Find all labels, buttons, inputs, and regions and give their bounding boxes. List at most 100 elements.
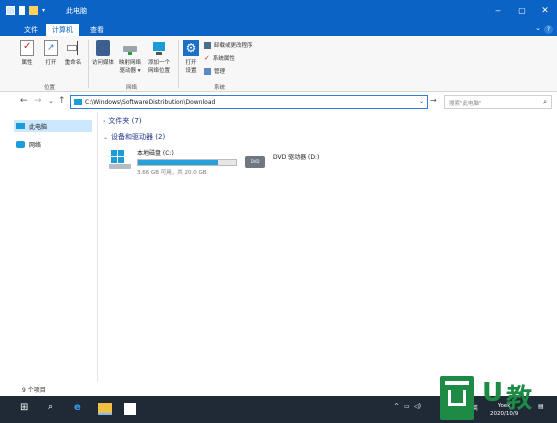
check-icon: ✓ [20, 40, 34, 56]
search-icon[interactable]: ⌕ [48, 402, 53, 412]
search-input[interactable]: 搜索"此电脑" [449, 99, 482, 107]
tray-expand-icon[interactable]: ^ [394, 403, 399, 410]
tab-view[interactable]: 查看 [84, 24, 110, 36]
section-folders-label: 文件夹 (7) [108, 117, 142, 125]
recent-locations-button[interactable]: ⌄ [48, 97, 54, 105]
access-media-button[interactable]: 访问媒体 [90, 40, 116, 66]
properties-label: 属性 [21, 60, 33, 66]
search-icon[interactable]: ⌕ [543, 98, 547, 107]
add-network-location-button[interactable]: 添加一个 网络位置 [144, 40, 174, 74]
ribbon-expand-icon[interactable]: ⌄ [535, 24, 541, 32]
windows-drive-icon [109, 148, 131, 170]
search-box[interactable]: 搜索"此电脑" ⌕ [444, 95, 552, 109]
address-input[interactable]: C:\Windows\SoftwareDistribution\Download [85, 99, 215, 106]
properties-button[interactable]: ✓ 属性 [16, 40, 38, 66]
sidebar-item-label: 此电脑 [29, 123, 48, 131]
system-properties-label: 系统属性 [212, 56, 235, 62]
drive-d-name: DVD 驱动器 (D:) [273, 154, 320, 161]
open-icon: ↗ [44, 40, 58, 56]
ribbon-separator [178, 40, 179, 88]
dropdown-qa-icon[interactable]: ▾ [42, 6, 47, 15]
media-icon [96, 40, 110, 56]
chevron-down-icon: ⌄ [103, 133, 109, 141]
minimize-button[interactable]: ‒ [488, 4, 508, 18]
sidebar-item-network[interactable]: 网络 [14, 138, 92, 150]
ribbon-tabs: 文件 计算机 查看 ⌄ ? [0, 22, 557, 36]
volume-icon[interactable]: ◁) [414, 403, 421, 410]
sidebar-item-label: 网络 [29, 141, 42, 149]
computer-icon [6, 6, 15, 15]
address-bar[interactable]: C:\Windows\SoftwareDistribution\Download… [70, 95, 428, 109]
rename-icon [66, 40, 80, 56]
tab-computer[interactable]: 计算机 [46, 24, 79, 36]
system-properties-button[interactable]: ✓ 系统属性 [204, 54, 235, 62]
drive-c-usage-bar [137, 159, 237, 166]
content-pane: › 文件夹 (7) ⌄ 设备和驱动器 (2) 本地磁盘 (C:) 3.66 GB… [99, 112, 557, 382]
tab-file[interactable]: 文件 [18, 24, 44, 36]
watermark-cn-text: 教 [506, 384, 533, 414]
drive-c-name: 本地磁盘 (C:) [137, 150, 174, 157]
properties-qa-icon[interactable] [19, 6, 25, 15]
section-folders[interactable]: › 文件夹 (7) [103, 116, 142, 126]
access-media-label: 访问媒体 [91, 60, 114, 66]
forward-button[interactable]: → [34, 96, 42, 106]
site-watermark-logo: U 教 [436, 374, 557, 423]
drive-c-free-space: 3.66 GB 可用，共 20.0 GB [137, 170, 207, 176]
back-button[interactable]: ← [20, 96, 28, 106]
up-button[interactable]: ↑ [58, 96, 66, 106]
open-label: 打开 [45, 60, 57, 66]
watermark-u-text: U [482, 378, 504, 408]
uninstall-programs-label: 卸载或更改程序 [214, 43, 253, 49]
rename-button[interactable]: 重命名 [62, 40, 84, 66]
uninstall-programs-button[interactable]: 卸载或更改程序 [204, 41, 253, 49]
map-network-drive-button[interactable]: 映射网络 驱动器 ▾ [116, 40, 144, 74]
help-icon[interactable]: ? [544, 25, 553, 34]
address-dropdown-icon[interactable]: ⌄ [419, 98, 424, 105]
watermark-shield-icon [440, 376, 474, 420]
maximize-button[interactable]: ▢ [512, 4, 532, 18]
navigation-pane: 此电脑 网络 [0, 112, 98, 382]
programs-icon [204, 41, 211, 49]
navigation-bar: ← → ⌄ ↑ C:\Windows\SoftwareDistribution\… [0, 94, 557, 110]
dvd-drive-icon: DVD [245, 152, 267, 168]
drive-c-usage-fill [138, 160, 219, 165]
group-label-network: 网络 [126, 85, 138, 91]
title-bar: ▾ 此电脑 ‒ ▢ ✕ [0, 0, 557, 22]
network-drive-icon [122, 40, 138, 56]
window-title: 此电脑 [66, 7, 87, 15]
folder-qa-icon[interactable] [29, 6, 38, 15]
drive-c[interactable]: 本地磁盘 (C:) 3.66 GB 可用，共 20.0 GB [109, 148, 237, 176]
group-label-system: 系统 [214, 85, 226, 91]
manage-label: 管理 [214, 69, 226, 75]
computer-icon [74, 99, 82, 105]
start-button[interactable]: ⊞ [20, 402, 28, 413]
sidebar-item-this-pc[interactable]: 此电脑 [14, 120, 92, 132]
map-network-drive-label: 映射网络 驱动器 ▾ [118, 60, 141, 74]
go-button[interactable]: → [430, 96, 437, 105]
manage-icon [204, 67, 211, 75]
network-tray-icon[interactable]: ▭ [404, 403, 410, 410]
group-label-location: 位置 [44, 85, 56, 91]
settings-gear-icon: ⚙ [183, 40, 199, 56]
file-explorer-icon[interactable] [98, 403, 112, 415]
quick-access-toolbar: ▾ [6, 6, 47, 15]
chevron-right-icon: › [103, 117, 106, 125]
close-button[interactable]: ✕ [535, 4, 555, 18]
rename-label: 重命名 [64, 60, 82, 66]
open-button[interactable]: ↗ 打开 [40, 40, 62, 66]
ribbon-separator [88, 40, 89, 88]
check-icon: ✓ [204, 54, 210, 62]
manage-button[interactable]: 管理 [204, 67, 225, 75]
edge-icon[interactable]: e [74, 402, 81, 413]
item-count: 9 个项目 [22, 387, 46, 394]
open-settings-button[interactable]: ⚙ 打开 设置 [180, 40, 202, 74]
section-drives-label: 设备和驱动器 (2) [111, 133, 166, 141]
ribbon: ✓ 属性 ↗ 打开 重命名 位置 访问媒体 映射网络 驱动器 ▾ 添加一个 网络… [0, 36, 557, 92]
computer-icon [16, 123, 25, 129]
network-location-icon [152, 40, 166, 56]
drive-d[interactable]: DVD DVD 驱动器 (D:) [245, 152, 319, 168]
network-icon [16, 140, 25, 148]
section-drives[interactable]: ⌄ 设备和驱动器 (2) [103, 132, 165, 142]
store-icon[interactable] [124, 403, 136, 415]
add-network-location-label: 添加一个 网络位置 [147, 60, 170, 74]
